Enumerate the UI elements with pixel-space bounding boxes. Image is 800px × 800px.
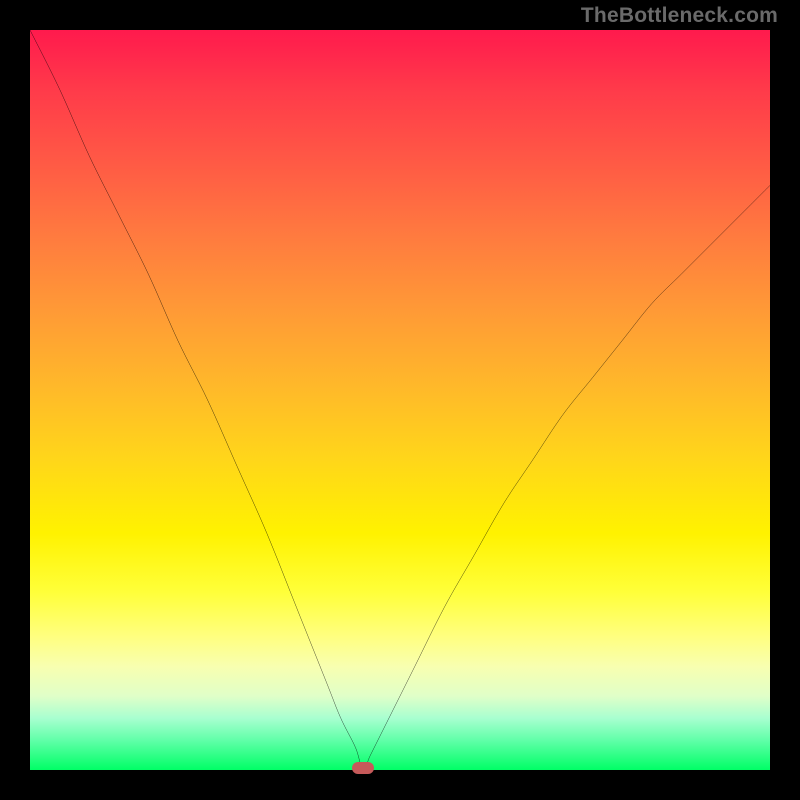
watermark-text: TheBottleneck.com <box>581 4 778 28</box>
minimum-marker <box>352 762 374 774</box>
bottleneck-curve <box>30 30 770 770</box>
curve-svg <box>30 30 770 770</box>
chart-frame: TheBottleneck.com <box>0 0 800 800</box>
plot-area <box>30 30 770 770</box>
